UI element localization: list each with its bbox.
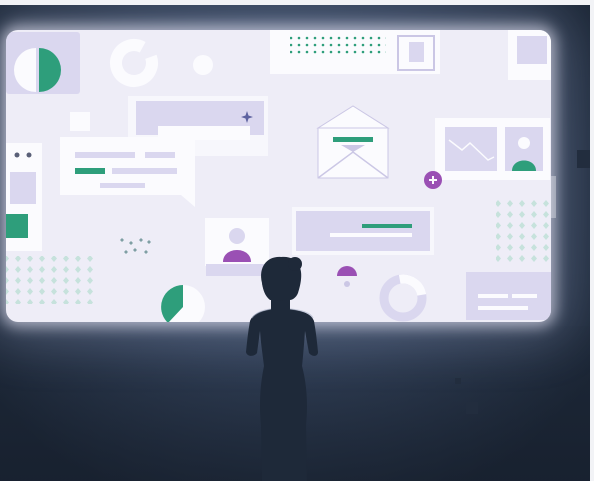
panel-dot (14, 152, 20, 158)
speech-bubble-card (60, 137, 195, 207)
plus-vertical (432, 176, 434, 184)
cluster-dot (120, 238, 124, 242)
decorative-pattern-left (6, 256, 96, 304)
panel-green-square (6, 214, 28, 238)
cluster-dot (129, 241, 133, 245)
decorative-pattern-right (496, 198, 551, 264)
info-line-highlight (362, 224, 412, 228)
cluster-dot (147, 240, 151, 244)
text-line (75, 152, 135, 158)
dot-cluster (120, 238, 151, 254)
bottom-right-card (466, 272, 551, 320)
floating-block (577, 150, 590, 168)
text-line (112, 168, 177, 174)
side-panel (6, 143, 42, 251)
floating-block (466, 402, 478, 414)
cluster-dot (124, 250, 128, 254)
profile-card (205, 218, 269, 276)
frame-inner (409, 42, 424, 62)
donut-chart-icon (110, 39, 158, 87)
person-silhouette (246, 256, 318, 481)
envelope-flap (316, 105, 390, 129)
person-hair-bun (288, 257, 302, 271)
user-avatar-icon (229, 228, 245, 244)
card-line (478, 306, 528, 310)
frame-edge-top (0, 0, 594, 5)
envelope-widget (316, 105, 390, 179)
screen-edge-glow (551, 176, 556, 218)
frame-edge-right (590, 0, 594, 481)
pie-widget-card (6, 32, 80, 94)
decorative-square (70, 112, 90, 131)
illustration-canvas (6, 30, 590, 481)
panel-block (10, 172, 36, 204)
purple-half-circle (337, 266, 357, 276)
person-body (246, 298, 318, 481)
info-card (292, 207, 434, 255)
text-line-highlight (75, 168, 105, 174)
dot-pattern (290, 33, 386, 55)
card-line (478, 294, 508, 298)
card-background (296, 211, 430, 251)
text-line (100, 183, 145, 188)
panel-dot (26, 152, 32, 158)
floating-block (455, 378, 461, 384)
user-avatar-icon (518, 137, 530, 149)
cluster-dot (133, 248, 137, 252)
card-line (512, 294, 537, 298)
info-line (330, 233, 412, 237)
decorative-circle (193, 55, 213, 75)
image-placeholder-icon (445, 127, 497, 171)
cluster-dot (144, 250, 148, 254)
half-circle-widget (337, 266, 357, 287)
green-pie-widget (161, 285, 205, 322)
text-line (145, 152, 175, 158)
profile-name-bar (206, 264, 268, 276)
corner-card (508, 30, 551, 80)
cluster-dot (139, 238, 143, 242)
dot-grid-card (270, 30, 440, 74)
media-card (435, 118, 550, 180)
add-circle-icon (424, 171, 442, 189)
card-block (517, 36, 547, 64)
ring-widget (379, 274, 427, 322)
small-dot (344, 281, 350, 287)
letter-line (333, 137, 373, 142)
